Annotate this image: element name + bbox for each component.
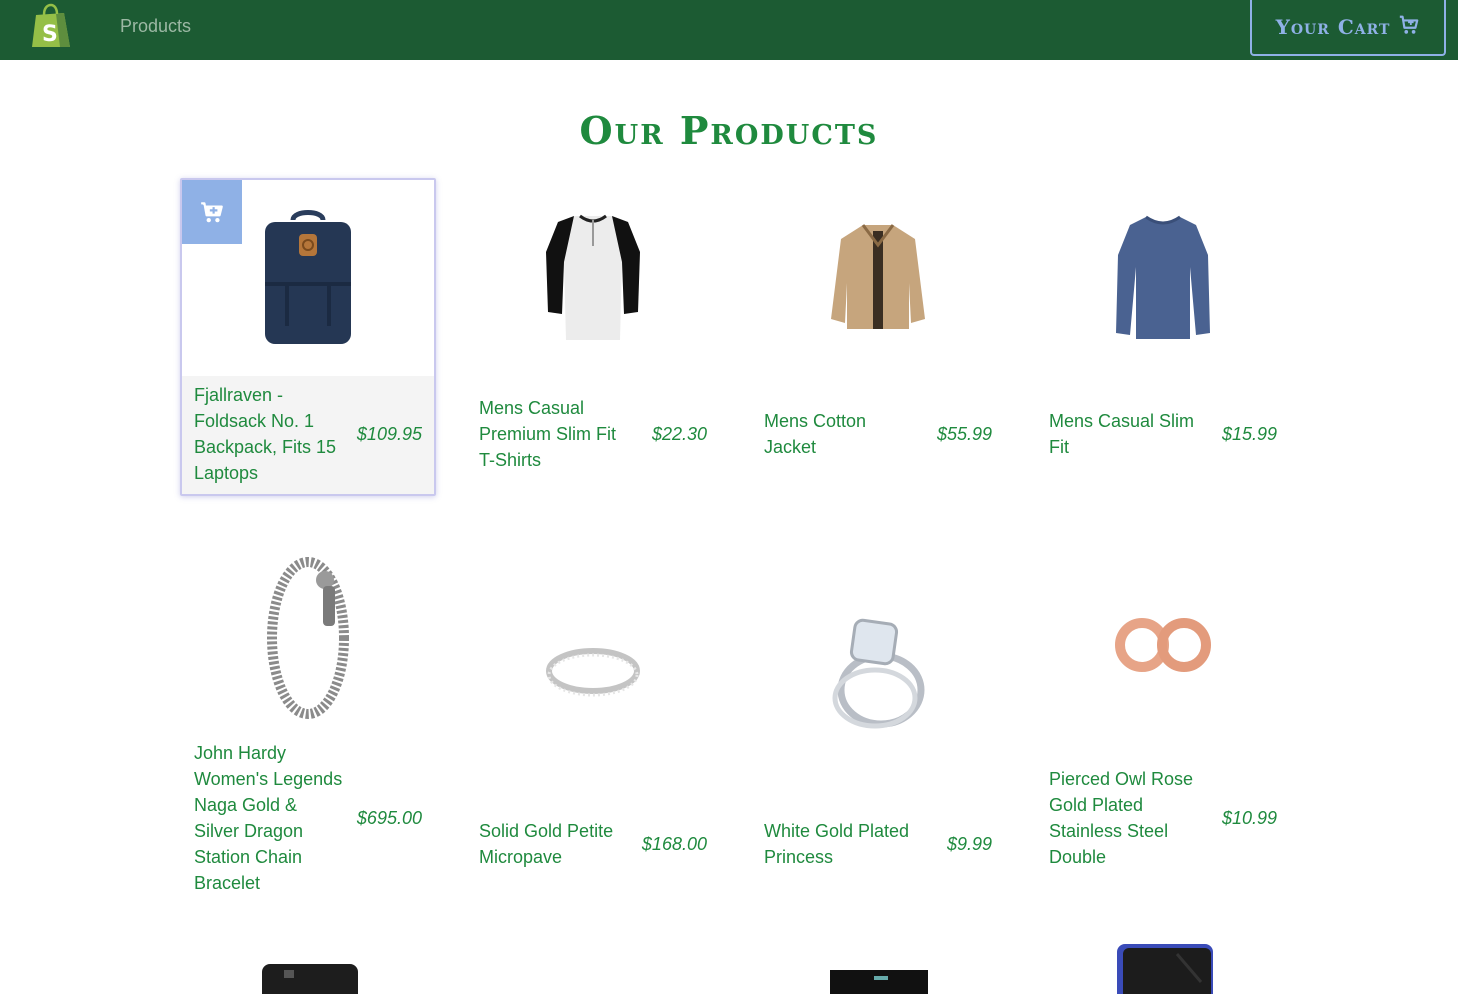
product-name[interactable]: Fjallraven - Foldsack No. 1 Backpack, Fi… bbox=[194, 382, 344, 486]
product-price: $9.99 bbox=[946, 833, 992, 854]
add-to-cart-button[interactable] bbox=[182, 180, 242, 244]
product-card[interactable]: Fjallraven - Foldsack No. 1 Backpack, Fi… bbox=[180, 178, 436, 496]
jacket-icon bbox=[829, 223, 927, 333]
hard-drive-blue-icon bbox=[1117, 942, 1213, 994]
nav-link-products[interactable]: Products bbox=[120, 16, 191, 37]
product-name[interactable]: Mens Cotton Jacket bbox=[764, 408, 914, 460]
raglan-shirt-icon bbox=[544, 212, 642, 344]
hard-drive-icon bbox=[262, 964, 358, 994]
add-cart-icon bbox=[201, 202, 223, 223]
product-card[interactable] bbox=[180, 940, 436, 994]
product-card[interactable] bbox=[750, 940, 1006, 994]
diamond-ring-icon bbox=[829, 612, 927, 730]
product-name[interactable]: White Gold Plated Princess bbox=[764, 818, 914, 870]
product-name[interactable]: John Hardy Women's Legends Naga Gold & S… bbox=[194, 740, 344, 896]
product-price: $168.00 bbox=[641, 833, 707, 854]
product-card[interactable]: Pierced Owl Rose Gold Plated Stainless S… bbox=[1035, 534, 1291, 886]
svg-text:S: S bbox=[42, 22, 58, 47]
cart-icon bbox=[1398, 14, 1420, 41]
product-card[interactable]: Mens Cotton Jacket $55.99 bbox=[750, 178, 1006, 496]
product-card[interactable]: John Hardy Women's Legends Naga Gold & S… bbox=[180, 534, 436, 906]
product-name[interactable]: Solid Gold Petite Micropave bbox=[479, 818, 629, 870]
product-name[interactable]: Mens Casual Slim Fit bbox=[1049, 408, 1199, 460]
long-sleeve-shirt-icon bbox=[1114, 215, 1212, 341]
backpack-icon bbox=[259, 208, 357, 348]
ring-band-icon bbox=[544, 641, 642, 701]
product-name[interactable]: Pierced Owl Rose Gold Plated Stainless S… bbox=[1049, 766, 1199, 870]
product-price: $15.99 bbox=[1221, 423, 1277, 444]
product-price: $109.95 bbox=[356, 423, 422, 444]
product-price: $55.99 bbox=[936, 423, 992, 444]
page-title: Our Products bbox=[579, 108, 879, 153]
product-card[interactable] bbox=[1035, 940, 1291, 994]
cart-label: Your Cart bbox=[1275, 15, 1391, 39]
product-price: $22.30 bbox=[651, 423, 707, 444]
bracelet-icon bbox=[259, 550, 357, 720]
product-price: $695.00 bbox=[356, 807, 422, 828]
rose-gold-plugs-icon bbox=[1114, 615, 1212, 675]
product-card[interactable]: Mens Casual Premium Slim Fit T-Shirts $2… bbox=[465, 178, 721, 496]
product-card[interactable]: White Gold Plated Princess $9.99 bbox=[750, 534, 1006, 886]
product-price: $10.99 bbox=[1221, 807, 1277, 828]
top-navbar: S Products Your Cart bbox=[0, 0, 1458, 60]
your-cart-button[interactable]: Your Cart bbox=[1250, 0, 1446, 56]
product-card[interactable]: Mens Casual Slim Fit $15.99 bbox=[1035, 178, 1291, 496]
product-name[interactable]: Mens Casual Premium Slim Fit T-Shirts bbox=[479, 395, 629, 473]
shopify-bag-icon[interactable]: S bbox=[30, 3, 72, 49]
ssd-icon bbox=[830, 970, 928, 994]
product-card[interactable]: Solid Gold Petite Micropave $168.00 bbox=[465, 534, 721, 886]
